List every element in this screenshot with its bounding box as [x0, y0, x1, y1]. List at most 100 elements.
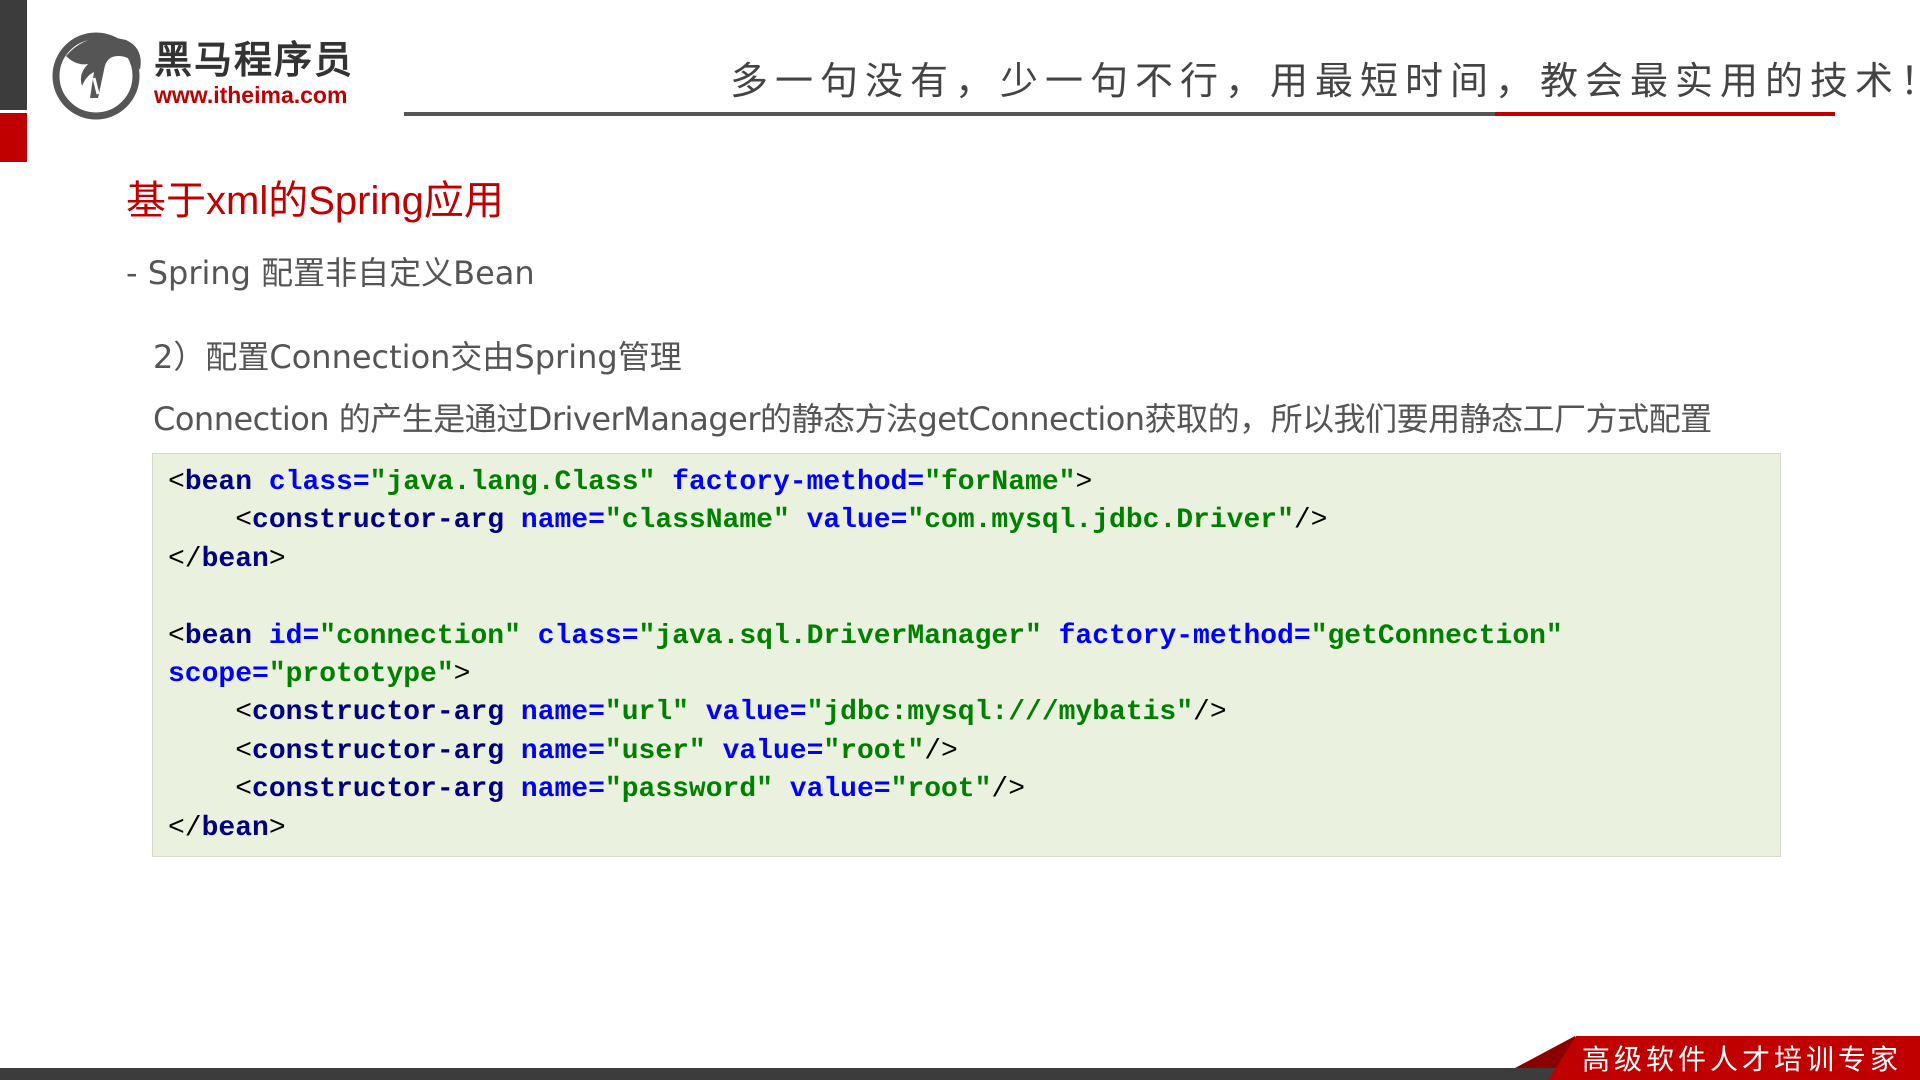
- code-line: <constructor-arg name="user" value="root…: [168, 733, 1780, 771]
- step-heading: 2）配置Connection交由Spring管理: [153, 338, 682, 376]
- code-token: "com.mysql.jdbc.Driver": [907, 505, 1294, 537]
- code-line: <bean id="connection" class="java.sql.Dr…: [168, 618, 1780, 656]
- code-token: "password": [604, 774, 773, 806]
- code-token: "forName": [924, 467, 1076, 498]
- horse-logo-icon: [52, 32, 141, 120]
- code-line: scope="prototype">: [168, 656, 1780, 694]
- xml-code-block: <bean class="java.lang.Class" factory-me…: [152, 453, 1781, 857]
- code-line: <constructor-arg name="className" value=…: [168, 502, 1780, 540]
- code-token: factory-method: [672, 467, 908, 498]
- code-token: factory-method: [1058, 620, 1294, 652]
- code-token: =: [252, 658, 269, 690]
- code-token: <: [168, 620, 185, 652]
- code-token: bean: [201, 543, 269, 575]
- code-token: =: [890, 505, 908, 537]
- header-slogan: 多一句没有，少一句不行，用最短时间，教会最实用的技术！: [730, 59, 1920, 103]
- side-accent-dark: [0, 0, 27, 110]
- code-token: class: [268, 467, 353, 498]
- code-line: <constructor-arg name="url" value="jdbc:…: [168, 694, 1780, 732]
- code-line: <constructor-arg name="password" value="…: [168, 771, 1780, 809]
- code-token: "java.lang.Class": [369, 467, 656, 498]
- code-token: </: [168, 812, 202, 844]
- code-token: value: [705, 697, 790, 729]
- code-token: =: [873, 774, 891, 806]
- step-description: Connection 的产生是通过DriverManager的静态方法getCo…: [153, 400, 1712, 438]
- code-token: "getConnection": [1310, 620, 1563, 652]
- code-token: value: [789, 774, 874, 806]
- code-token: id: [268, 620, 303, 652]
- slide-title: 基于xml的Spring应用: [126, 179, 504, 223]
- slide-subtitle: - Spring 配置非自定义Bean: [126, 254, 535, 292]
- code-token: >: [268, 812, 286, 844]
- code-token: constructor-arg: [252, 697, 505, 729]
- code-token: />: [1293, 505, 1328, 537]
- code-token: name: [520, 735, 589, 767]
- code-token: <: [235, 697, 253, 729]
- header-divider-accent: [1495, 112, 1835, 116]
- code-token: "prototype": [268, 658, 454, 690]
- code-token: name: [520, 505, 589, 537]
- header-divider: [404, 112, 1495, 116]
- code-token: =: [588, 774, 605, 806]
- code-token: />: [991, 774, 1026, 806]
- code-token: <: [235, 774, 253, 806]
- code-line: </bean>: [168, 541, 1780, 579]
- code-token: "root": [823, 735, 925, 767]
- code-token: =: [588, 735, 605, 767]
- code-token: value: [722, 735, 807, 767]
- code-token: "className": [604, 505, 790, 537]
- code-token: "user": [604, 735, 706, 767]
- code-token: name: [520, 697, 589, 729]
- code-token: constructor-arg: [252, 774, 505, 806]
- code-token: "java.sql.DriverManager": [638, 620, 1042, 652]
- code-token: "root": [890, 774, 992, 806]
- brand-url: www.itheima.com: [154, 82, 348, 108]
- code-token: bean: [184, 467, 253, 498]
- footer-tagline: 高级软件人才培训专家: [1582, 1043, 1903, 1076]
- code-token: bean: [184, 620, 253, 652]
- code-token: =: [352, 467, 370, 498]
- code-token: </: [168, 543, 202, 575]
- code-token: =: [302, 620, 320, 652]
- code-token: scope: [168, 658, 253, 690]
- code-token: "connection": [319, 620, 521, 652]
- code-token: "url": [604, 697, 689, 729]
- code-token: <: [235, 505, 253, 537]
- code-token: value: [806, 505, 891, 537]
- code-token: "jdbc:mysql:///mybatis": [806, 697, 1194, 729]
- code-token: bean: [201, 812, 269, 844]
- code-token: constructor-arg: [252, 505, 505, 537]
- code-token: name: [520, 774, 589, 806]
- code-token: =: [621, 620, 639, 652]
- code-token: =: [1293, 620, 1311, 652]
- brand-logo: 黑马程序员 www.itheima.com: [48, 26, 354, 120]
- code-token: =: [789, 697, 807, 729]
- code-token: =: [806, 735, 824, 767]
- code-token: >: [268, 543, 286, 575]
- code-token: =: [588, 697, 605, 729]
- code-line: </bean>: [168, 810, 1780, 848]
- code-token: class: [537, 620, 622, 652]
- side-accent-red: [0, 113, 27, 162]
- code-token: >: [453, 658, 471, 690]
- code-token: <: [235, 735, 253, 767]
- brand-name: 黑马程序员: [154, 38, 355, 82]
- code-token: />: [924, 735, 958, 767]
- code-token: />: [1193, 697, 1227, 729]
- code-line: <bean class="java.lang.Class" factory-me…: [168, 464, 1780, 502]
